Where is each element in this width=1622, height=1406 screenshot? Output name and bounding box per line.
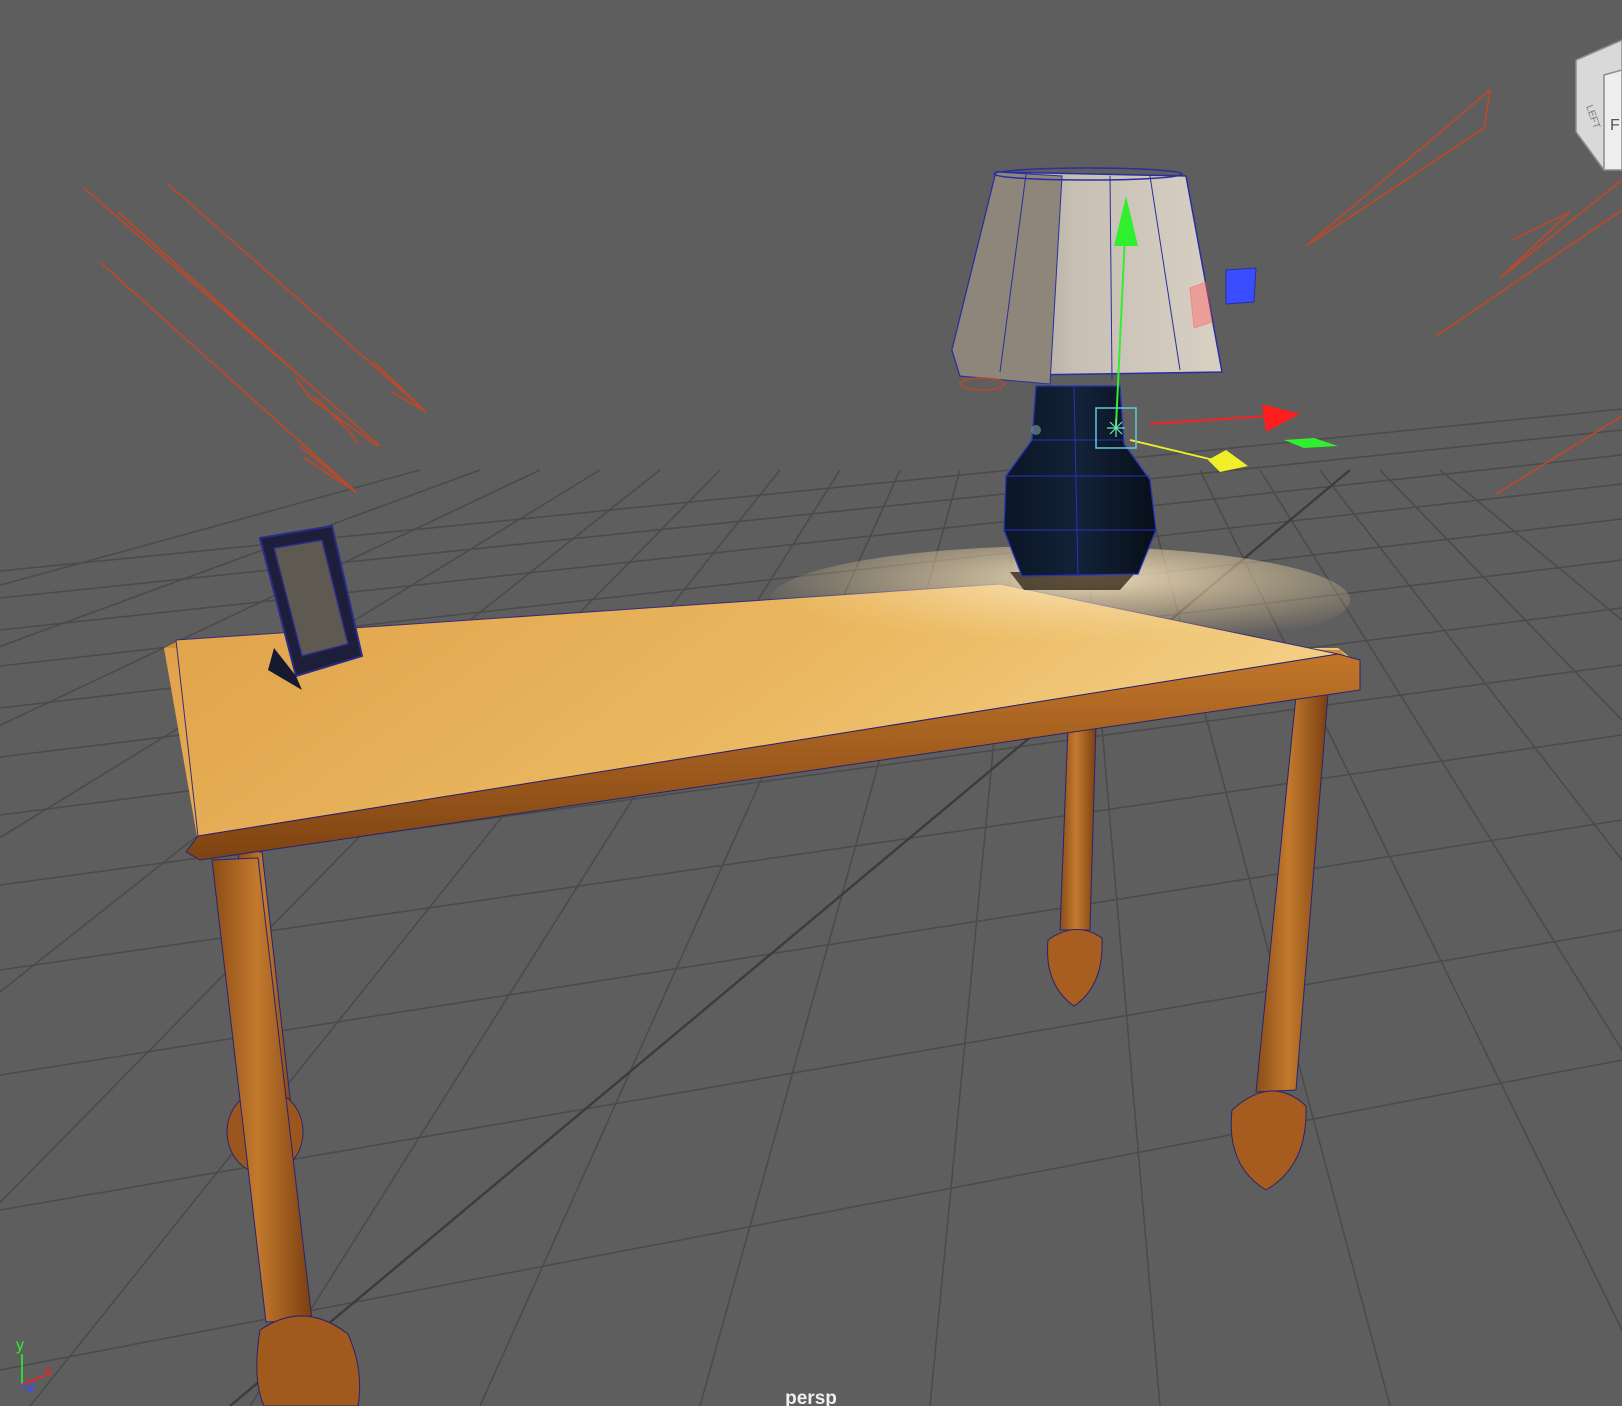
table-leg-front-right[interactable] <box>1230 693 1329 1191</box>
manip-xy-plane-handle[interactable] <box>1225 267 1257 305</box>
manip-xz-plane-handle[interactable] <box>1284 438 1338 448</box>
camera-name-label: persp <box>785 1388 837 1406</box>
manip-yz-plane-handle[interactable] <box>1189 281 1213 329</box>
view-cube[interactable]: LEFT F <box>1575 39 1622 172</box>
table-leg-back-right[interactable] <box>1047 723 1103 1007</box>
manip-x-axis-handle[interactable] <box>1262 404 1300 432</box>
directional-light-helper-right[interactable] <box>1305 89 1622 495</box>
directional-light-helper-left[interactable] <box>83 183 427 493</box>
axis-x-label: x <box>44 1363 52 1380</box>
scene-canvas[interactable]: LEFT F y x z <box>0 0 1622 1406</box>
view-cube-front-label: F <box>1610 117 1620 134</box>
axis-y-label: y <box>16 1337 24 1354</box>
manip-x-axis-line[interactable] <box>1149 415 1269 425</box>
lamp-shade[interactable] <box>951 167 1223 391</box>
table-lamp-object[interactable] <box>951 167 1223 590</box>
lamp-base[interactable] <box>1003 385 1157 590</box>
viewport-persp[interactable]: LEFT F y x z persp <box>0 0 1622 1406</box>
table-object[interactable] <box>164 546 1361 1406</box>
